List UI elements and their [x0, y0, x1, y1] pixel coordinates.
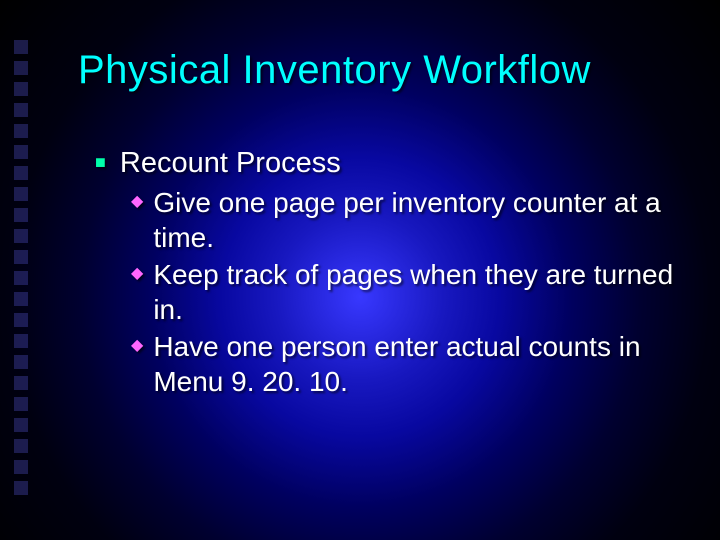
square-bullet-icon: ■ [95, 145, 106, 179]
sub-list: ◆ Give one page per inventory counter at… [131, 185, 680, 399]
list-item-level2: ◆ Keep track of pages when they are turn… [131, 257, 680, 327]
list-item-text: Recount Process [120, 145, 341, 181]
list-item-text: Give one page per inventory counter at a… [153, 185, 680, 255]
list-item-level1: ■ Recount Process [95, 145, 680, 181]
deco-square [14, 103, 28, 117]
deco-square [14, 124, 28, 138]
diamond-bullet-icon: ◆ [131, 257, 143, 291]
deco-square [14, 376, 28, 390]
deco-square [14, 397, 28, 411]
slide: Physical Inventory Workflow ■ Recount Pr… [0, 0, 720, 540]
deco-square [14, 271, 28, 285]
deco-square [14, 313, 28, 327]
deco-square [14, 61, 28, 75]
deco-square [14, 334, 28, 348]
decorative-squares-column [14, 40, 28, 495]
slide-title: Physical Inventory Workflow [78, 48, 591, 93]
deco-square [14, 250, 28, 264]
deco-square [14, 166, 28, 180]
slide-body: ■ Recount Process ◆ Give one page per in… [95, 145, 680, 401]
deco-square [14, 292, 28, 306]
deco-square [14, 40, 28, 54]
list-item-text: Have one person enter actual counts in M… [153, 329, 680, 399]
diamond-bullet-icon: ◆ [131, 329, 143, 363]
deco-square [14, 82, 28, 96]
diamond-bullet-icon: ◆ [131, 185, 143, 219]
list-item-level2: ◆ Give one page per inventory counter at… [131, 185, 680, 255]
deco-square [14, 418, 28, 432]
deco-square [14, 355, 28, 369]
deco-square [14, 187, 28, 201]
deco-square [14, 481, 28, 495]
list-item-text: Keep track of pages when they are turned… [153, 257, 680, 327]
deco-square [14, 439, 28, 453]
list-item-level2: ◆ Have one person enter actual counts in… [131, 329, 680, 399]
deco-square [14, 208, 28, 222]
deco-square [14, 145, 28, 159]
deco-square [14, 229, 28, 243]
deco-square [14, 460, 28, 474]
